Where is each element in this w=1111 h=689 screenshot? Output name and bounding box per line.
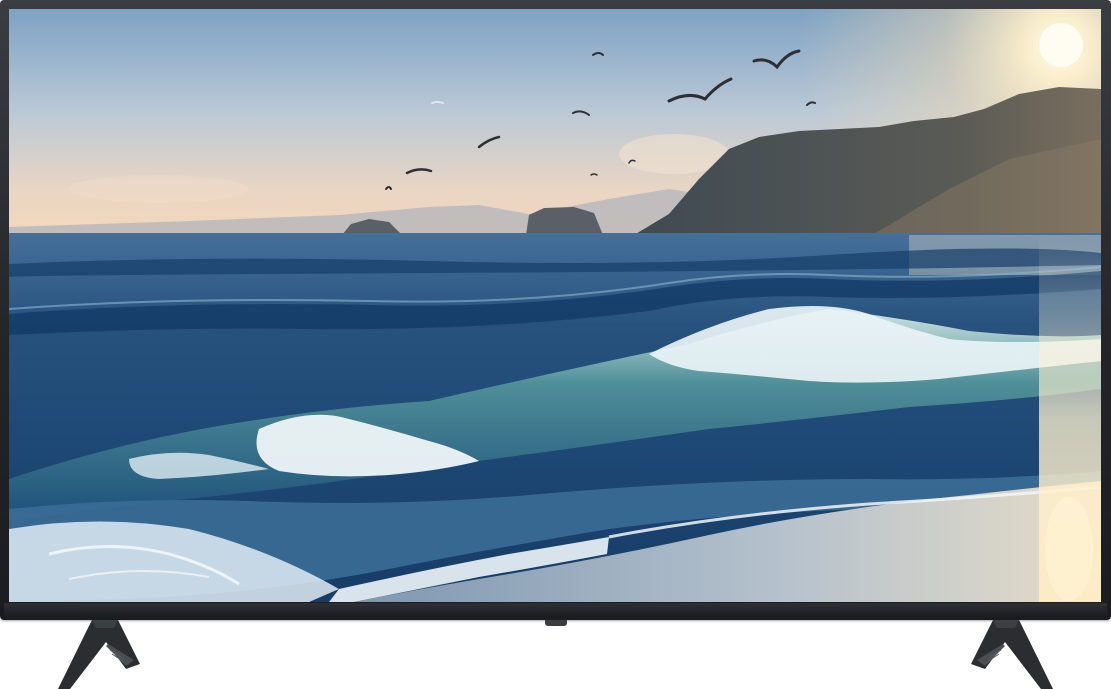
tv-screen [9,9,1101,602]
tv-bezel [0,0,1111,620]
bird-icon [431,101,444,104]
television [0,0,1111,689]
tv-stand-leg-icon [58,620,140,689]
tv-bottom-bezel [4,603,1107,618]
sun-reflection [1045,497,1093,601]
sun-icon [1039,23,1083,67]
ir-sensor-icon [545,620,567,626]
screen-image [9,9,1101,602]
cloud [69,175,249,203]
tv-stand-leg-icon [971,620,1053,689]
